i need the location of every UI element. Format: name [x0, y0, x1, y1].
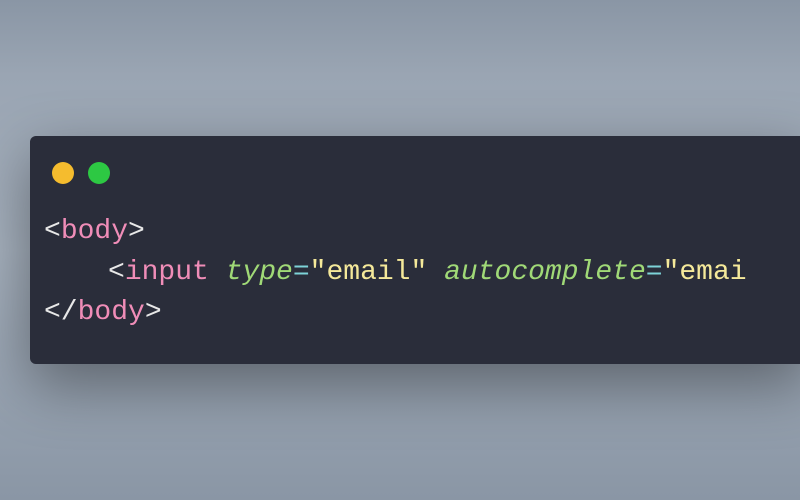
minimize-icon[interactable]	[52, 162, 74, 184]
tag-name: body	[78, 297, 145, 328]
code-content[interactable]: <body> <input type="email" autocomplete=…	[30, 194, 800, 364]
attribute-name: autocomplete	[444, 257, 646, 288]
bracket: <	[44, 216, 61, 247]
bracket: >	[145, 297, 162, 328]
string-value: "emai	[663, 257, 747, 288]
string-value: "email"	[310, 257, 428, 288]
equals: =	[293, 257, 310, 288]
equals: =	[646, 257, 663, 288]
bracket: >	[128, 216, 145, 247]
window-controls	[30, 136, 800, 194]
bracket: </	[44, 297, 78, 328]
attribute-name: type	[226, 257, 293, 288]
code-editor-window: <body> <input type="email" autocomplete=…	[30, 136, 800, 364]
tag-name: input	[125, 257, 209, 288]
maximize-icon[interactable]	[88, 162, 110, 184]
bracket: <	[108, 257, 125, 288]
tag-name: body	[61, 216, 128, 247]
